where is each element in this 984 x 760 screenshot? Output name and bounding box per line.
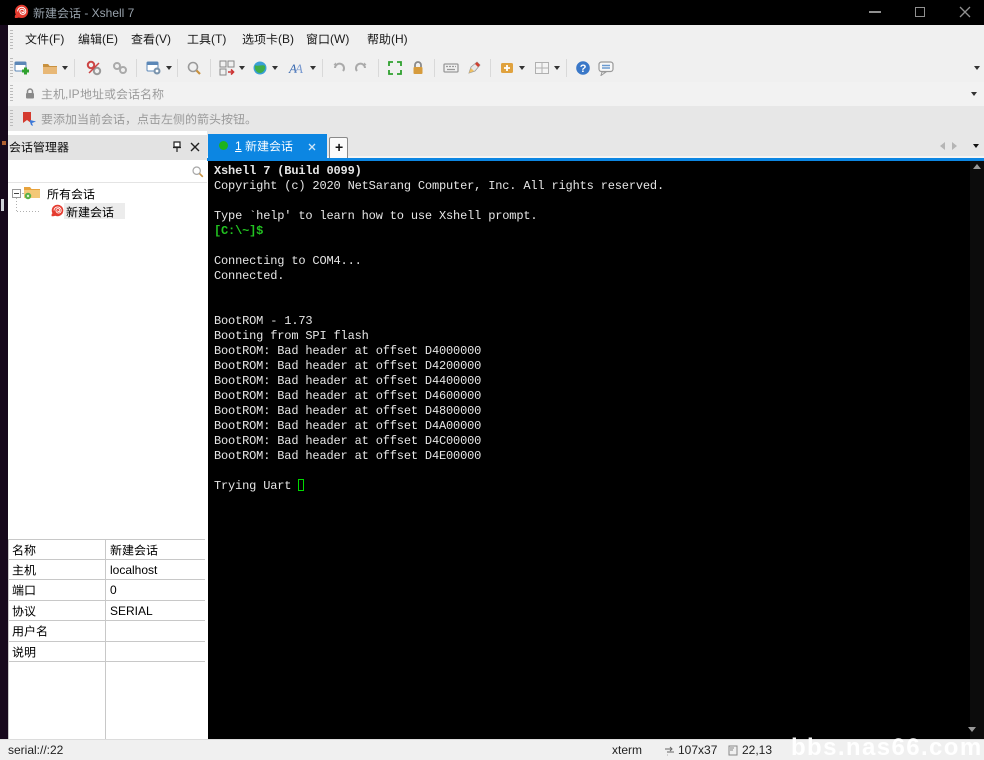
svg-text:?: ? (580, 63, 587, 75)
svg-text:A: A (294, 61, 303, 76)
